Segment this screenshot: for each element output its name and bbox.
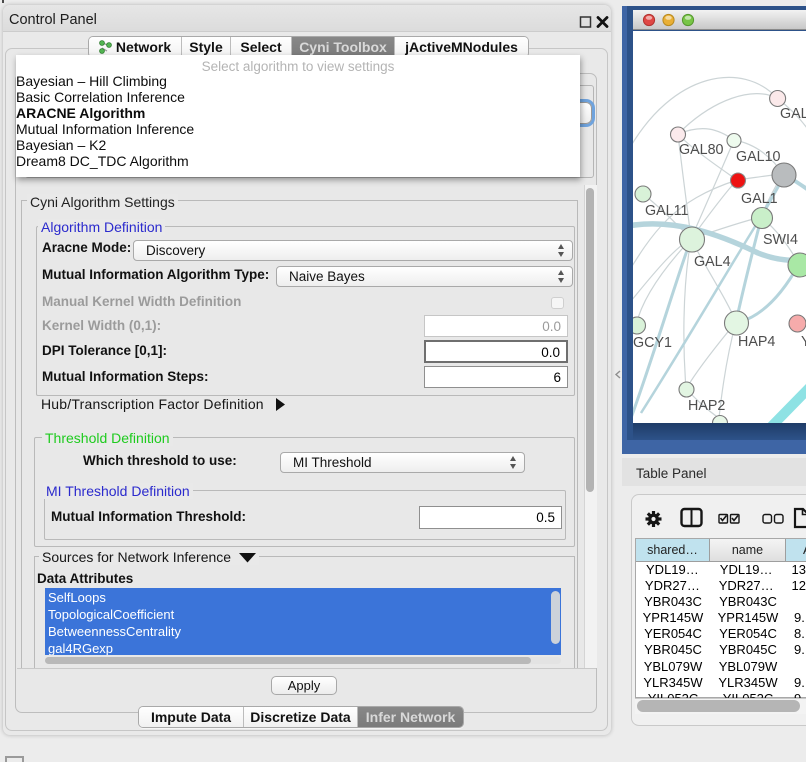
svg-text:HAP2: HAP2 <box>688 398 725 414</box>
svg-text:GAL4: GAL4 <box>694 254 731 270</box>
svg-text:GCY1: GCY1 <box>633 335 672 351</box>
svg-text:GAL11: GAL11 <box>645 203 688 219</box>
svg-text:Y: Y <box>801 334 806 350</box>
svg-text:GAL1: GAL1 <box>741 191 778 207</box>
svg-text:GAL80: GAL80 <box>679 142 724 158</box>
svg-text:GAL10: GAL10 <box>736 149 781 165</box>
svg-text:SWI4: SWI4 <box>763 232 798 248</box>
svg-text:GAL: GAL <box>780 106 806 122</box>
svg-text:HAP4: HAP4 <box>738 334 775 350</box>
